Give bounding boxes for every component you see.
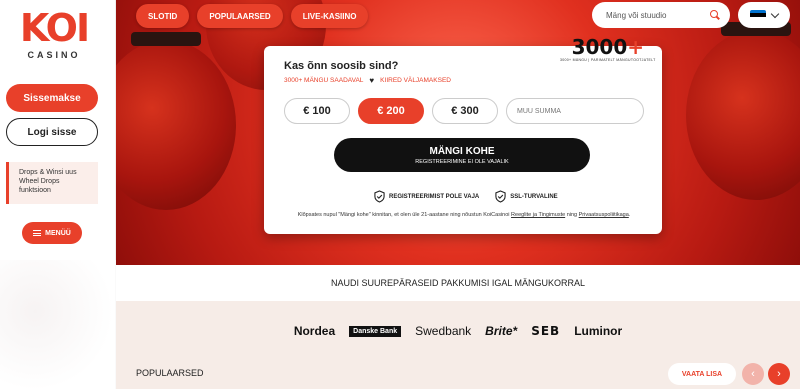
deposit-button[interactable]: Sissemakse xyxy=(6,84,98,112)
feature-label: REGISTREERIMIST POLE VAJA xyxy=(389,193,480,200)
trust-features: REGISTREERIMIST POLE VAJA SSL-TURVALINE xyxy=(374,190,558,203)
lantern-decoration xyxy=(686,22,800,200)
bank-logo-swedbank: Swedbank xyxy=(415,324,472,338)
play-now-button[interactable]: MÄNGI KOHE REGISTREERIMINE EI OLE VAJALI… xyxy=(334,138,590,172)
login-button[interactable]: Logi sisse xyxy=(6,118,98,146)
quick-play-card: Kas õnn soosib sind? 3000+ MÄNGU SAADAVA… xyxy=(264,36,662,234)
badge-number: 3000 xyxy=(571,35,628,59)
popular-title: POPULAARSED xyxy=(136,368,204,378)
payment-methods: Nordea Danske Bank Swedbank Brite* SEB L… xyxy=(116,301,800,361)
estonia-flag-icon xyxy=(750,9,766,21)
tab-live-casino[interactable]: LIVE-KASIINO xyxy=(290,4,369,28)
sidebar-decoration xyxy=(0,260,116,389)
search-field[interactable]: Mäng või stuudio xyxy=(592,2,730,28)
bank-logo-luminor: Luminor xyxy=(574,324,623,338)
hamburger-icon xyxy=(33,230,42,236)
search-icon[interactable] xyxy=(710,10,720,20)
games-available-text: 3000+ MÄNGU SAADAVAL xyxy=(284,77,364,84)
search-placeholder: Mäng või stuudio xyxy=(606,10,667,20)
offers-strip: NAUDI SUUREPÄRASEID PAKKUMISI IGAL MÄNGU… xyxy=(116,265,800,301)
logo-subtitle: CASINO xyxy=(27,50,81,60)
amount-200-button[interactable]: € 200 xyxy=(358,98,424,124)
chevron-down-icon xyxy=(770,9,780,18)
terms-text: Klõpsates nupul "Mängi kohe" kinnitan, e… xyxy=(297,212,631,218)
terms-link[interactable]: Reeglite ja Tingimuste xyxy=(511,212,565,218)
see-more-button[interactable]: VAATA LISA xyxy=(668,363,736,385)
badge-caption: 3000+ MÄNGU | PARIMATELT MÄNGUTOOTJATELT xyxy=(560,58,656,62)
tab-slots[interactable]: SLOTID xyxy=(136,4,190,28)
tab-popular[interactable]: POPULAARSED xyxy=(197,4,283,28)
play-now-sublabel: REGISTREERIMINE EI OLE VAJALIK xyxy=(415,158,509,165)
lantern-decoration xyxy=(116,32,236,210)
logo-mark: KOI xyxy=(19,6,90,50)
badge-plus: + xyxy=(627,35,645,59)
menu-label: MENÜÜ xyxy=(45,229,71,237)
sidebar: KOI CASINO Sissemakse Logi sisse Drops &… xyxy=(0,0,116,389)
shield-check-icon xyxy=(374,190,385,203)
feature-ssl: SSL-TURVALINE xyxy=(495,190,558,203)
chevron-right-icon[interactable]: › xyxy=(768,363,790,385)
amount-100-button[interactable]: € 100 xyxy=(284,98,350,124)
shield-check-icon xyxy=(495,190,506,203)
menu-button[interactable]: MENÜÜ xyxy=(22,222,82,244)
top-nav-tabs: SLOTID POPULAARSED LIVE-KASIINO xyxy=(136,4,369,28)
privacy-link[interactable]: Privaatsuspoliitikaga xyxy=(579,212,629,218)
bank-logo-nordea: Nordea xyxy=(293,324,336,338)
bank-logo-brite: Brite* xyxy=(485,324,518,338)
amount-300-button[interactable]: € 300 xyxy=(432,98,498,124)
popular-section-header: POPULAARSED VAATA LISA ‹ › xyxy=(116,361,800,389)
feature-label: SSL-TURVALINE xyxy=(510,193,558,200)
fast-payouts-text: KIIRED VÄLJAMAKSED xyxy=(380,77,451,84)
koi-casino-logo[interactable]: KOI CASINO xyxy=(14,8,94,70)
play-now-label: MÄNGI KOHE xyxy=(429,145,495,157)
card-subtitle: 3000+ MÄNGU SAADAVAL ♥ KIIRED VÄLJAMAKSE… xyxy=(284,76,642,85)
bank-logo-danske: Danske Bank xyxy=(349,325,402,337)
chevron-left-icon[interactable]: ‹ xyxy=(742,363,764,385)
heart-icon: ♥ xyxy=(369,76,375,85)
feature-no-registration: REGISTREERIMIST POLE VAJA xyxy=(374,190,479,203)
hero-banner: SLOTID POPULAARSED LIVE-KASIINO Mäng või… xyxy=(116,0,800,265)
games-count-badge: 3000+ 3000+ MÄNGU | PARIMATELT MÄNGUTOOT… xyxy=(560,36,656,62)
promo-card[interactable]: Drops & Winsi uus Wheel Drops funktsioon xyxy=(6,162,98,204)
bank-logo-seb: SEB xyxy=(531,324,561,338)
language-selector[interactable] xyxy=(738,2,790,28)
custom-amount-input[interactable] xyxy=(506,98,644,124)
amount-options: € 100 € 200 € 300 xyxy=(284,98,644,124)
